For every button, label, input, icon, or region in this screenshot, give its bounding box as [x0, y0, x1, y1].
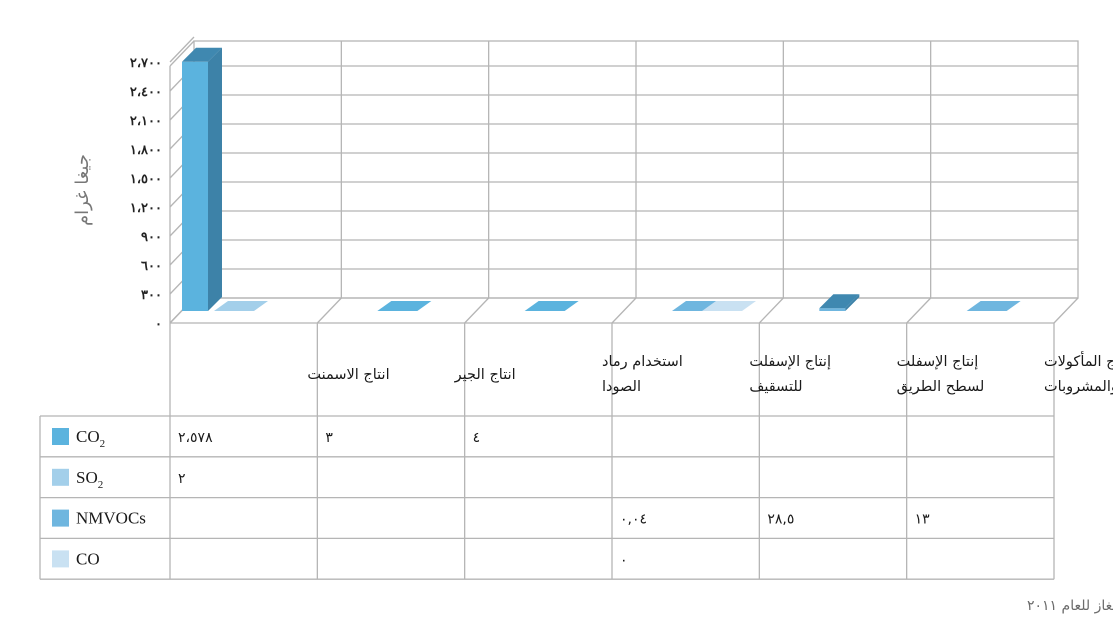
legend-label: NMVOCs [76, 509, 146, 528]
y-tick-label: ٢،٧٠٠ [130, 56, 162, 71]
bars [182, 47, 1021, 311]
floor-divider [611, 297, 637, 324]
legend-label-subscript: 2 [98, 479, 104, 491]
category-label: لسطح الطريق [897, 379, 985, 395]
y-tick-label: ٢،١٠٠ [130, 114, 162, 129]
legend-label-subscript: 2 [100, 438, 106, 450]
y-tick-label: ٦٠٠ [141, 259, 162, 274]
category-label: إنتاج المأكولات [1044, 351, 1113, 371]
table-cell-value: ٤ [473, 430, 481, 446]
y-tick-label: ٩٠٠ [141, 230, 162, 245]
legend-swatch [52, 468, 69, 486]
table-cell-value: ٢٨,٥ [767, 512, 794, 528]
category-label: الصودا [602, 379, 641, 395]
bar-flat [214, 301, 268, 311]
y-axis-label: جيغا غرام [72, 154, 93, 226]
legend-label: SO2 [76, 468, 103, 491]
y-tick-label: ٢،٤٠٠ [130, 85, 162, 100]
category-label: انتاج الجير [454, 367, 516, 384]
data-table-cells: ٢،٥٧٨ ٣ ٤ ٢ ٠,٠٤ ٢٨,٥ ١٣ ٠ [178, 430, 930, 568]
floor-divider [316, 297, 342, 324]
y-tick-label: ١،٥٠٠ [130, 172, 162, 187]
bar-flat [966, 301, 1021, 311]
category-label: للتسقيف [749, 379, 802, 395]
table-cell-value: ٠ [620, 552, 628, 568]
category-label: إنتاج الإسفلت [749, 354, 831, 371]
y-axis-ticks: ٠ ٣٠٠ ٦٠٠ ٩٠٠ ١،٢٠٠ ١،٥٠٠ ١،٨٠٠ ٢،١٠٠ ٢،٤٠٠ ٢،٧٠٠ [130, 56, 162, 332]
bar-front [819, 308, 846, 311]
legend-swatch [52, 550, 69, 568]
legend-swatch [52, 509, 69, 527]
floor-right-edge [1053, 297, 1079, 324]
table-cell-value: ٣ [325, 430, 333, 446]
y-tick-label: ٣٠٠ [141, 288, 162, 303]
legend-label: CO [76, 549, 100, 568]
y-tick-label: ١،٢٠٠ [130, 201, 162, 216]
y-tick-label: ٠ [155, 317, 162, 332]
table-cell-value: ٢،٥٧٨ [178, 430, 213, 446]
category-label: استخدام رماد [602, 354, 683, 370]
bar-side [208, 47, 222, 311]
floor-divider [464, 297, 490, 324]
emissions-chart: ٠ ٣٠٠ ٦٠٠ ٩٠٠ ١،٢٠٠ ١،٥٠٠ ١،٨٠٠ ٢،١٠٠ ٢،٤٠٠ ٢،٧٠٠… [39, 36, 1113, 614]
category-label: إنتاج الإسفلت [897, 354, 979, 371]
legend-label: CO2 [76, 427, 105, 450]
category-labels: انتاج الاسمنت انتاج الجير استخدام رماد الصو… [307, 351, 1113, 395]
gridlines [169, 36, 1078, 324]
y-tick-label: ١،٨٠٠ [130, 143, 162, 158]
bar-flat [377, 301, 432, 311]
legend-swatch [52, 428, 69, 445]
floor-divider [906, 297, 932, 324]
table-cell-value: ١٣ [915, 512, 931, 528]
table-cell-value: ٠,٠٤ [620, 512, 647, 528]
category-label: انتاج الاسمنت [307, 367, 389, 384]
bar-front [182, 61, 208, 311]
table-cell-value: ٢ [178, 471, 186, 487]
category-label: والمشروبات [1044, 379, 1113, 395]
floor-divider [758, 297, 784, 324]
figure-caption: الشكل أ: توزيع انبعاثات الغازات من العمل… [1027, 596, 1113, 614]
bar-flat [524, 301, 579, 311]
